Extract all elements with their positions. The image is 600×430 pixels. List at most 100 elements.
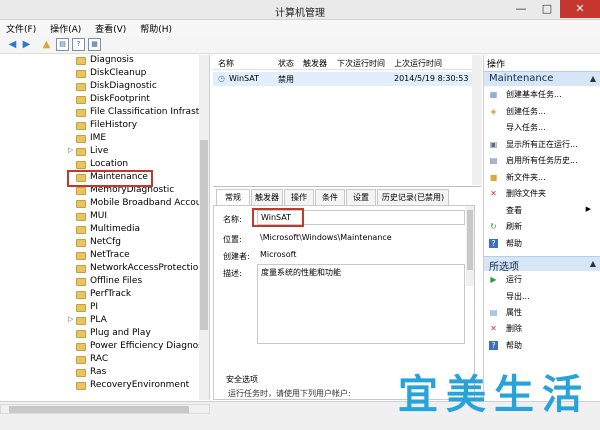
- action-properties[interactable]: ▤ 属性: [484, 307, 600, 320]
- section-selected-item[interactable]: 所选项 ▲: [484, 256, 600, 273]
- close-button[interactable]: ✕: [560, 0, 600, 18]
- folder-icon: [76, 226, 86, 234]
- folder-icon: [76, 148, 86, 156]
- help-icon: ?: [489, 239, 498, 248]
- detail-scrollbar[interactable]: [466, 206, 474, 286]
- folder-icon: [76, 356, 86, 364]
- tree-scrollbar[interactable]: [199, 55, 209, 400]
- menu-help[interactable]: 帮助(H): [134, 20, 177, 35]
- folder-icon: [76, 278, 86, 286]
- security-options-text: 运行任务时，请使用下列用户帐户:: [228, 389, 351, 398]
- detail-scroll-thumb[interactable]: [467, 210, 473, 270]
- col-name[interactable]: 名称: [218, 58, 234, 69]
- author-label: 创建者:: [223, 252, 250, 261]
- action-create-basic-task[interactable]: ▦ 创建基本任务...: [484, 89, 600, 102]
- action-create-task[interactable]: ◈ 创建任务...: [484, 106, 600, 119]
- properties-icon: ▤: [489, 308, 498, 317]
- horizontal-scroll-thumb[interactable]: [9, 406, 189, 413]
- tab-triggers[interactable]: 触发器: [251, 189, 283, 205]
- col-next-run[interactable]: 下次运行时间: [337, 58, 385, 69]
- pane-divider[interactable]: [213, 186, 481, 187]
- action-import-task[interactable]: 导入任务...: [484, 122, 600, 135]
- folder-icon: [76, 265, 86, 273]
- folder-icon: [76, 70, 86, 78]
- folder-icon: [76, 252, 86, 260]
- col-trigger[interactable]: 触发器: [303, 58, 327, 69]
- folder-icon: [76, 161, 86, 169]
- expand-arrow-icon[interactable]: ▷: [68, 146, 73, 154]
- minimize-button[interactable]: —: [508, 0, 534, 18]
- folder-icon: [76, 239, 86, 247]
- task-status: 禁用: [278, 75, 294, 84]
- col-last-run[interactable]: 上次运行时间: [394, 58, 442, 69]
- action-delete[interactable]: ✕ 删除: [484, 323, 600, 336]
- tree-pane: Diagnosis DiskCleanup DiskDiagnostic Dis…: [0, 55, 210, 400]
- tab-general[interactable]: 常规: [216, 189, 250, 206]
- description-field[interactable]: 度量系统的性能和功能: [257, 264, 465, 344]
- folder-icon: [76, 291, 86, 299]
- delete-x-icon: ✕: [490, 189, 497, 198]
- security-options-title: 安全选项: [226, 375, 258, 384]
- actions-pane: 操作 Maintenance ▲ ▦ 创建基本任务... ◈ 创建任务... 导入任…: [483, 55, 600, 400]
- menu-action[interactable]: 操作(A): [44, 20, 86, 35]
- folder-icon: [76, 343, 86, 351]
- submenu-arrow-icon: ▶: [585, 205, 591, 213]
- maintenance-highlight-box: [67, 170, 153, 187]
- tab-settings[interactable]: 设置: [346, 189, 376, 205]
- action-new-folder[interactable]: ■ 新文件夹...: [484, 172, 600, 185]
- folder-icon: [76, 135, 86, 143]
- expand-arrow-icon[interactable]: ▷: [68, 315, 73, 323]
- action-delete-folder[interactable]: ✕ 删除文件夹: [484, 188, 600, 201]
- watermark-char: 生: [494, 372, 534, 418]
- list-scrollbar[interactable]: [472, 55, 482, 185]
- refresh-icon: ↻: [490, 222, 497, 231]
- help-icon: ?: [489, 341, 498, 350]
- folder-icon: [76, 109, 86, 117]
- folder-icon: [76, 57, 86, 65]
- author-value: Microsoft: [260, 250, 297, 259]
- collapse-arrow-icon[interactable]: ▲: [590, 259, 596, 268]
- col-status[interactable]: 状态: [278, 58, 294, 69]
- tree-horizontal-scrollbar[interactable]: [0, 404, 210, 414]
- tree-scroll-thumb[interactable]: [200, 140, 208, 330]
- properties-icon[interactable]: ▦: [88, 38, 101, 51]
- show-hide-tree-icon[interactable]: ▤: [56, 38, 69, 51]
- task-list-header: 名称 状态 触发器 下次运行时间 上次运行时间: [213, 55, 481, 70]
- folder-icon: [76, 382, 86, 390]
- action-help-selected[interactable]: ? 帮助: [484, 340, 600, 353]
- watermark-logo: 宜 美 生 活: [398, 370, 598, 426]
- help-book-icon[interactable]: ?: [72, 38, 85, 51]
- task-last-run: 2014/5/19 8:30:53: [394, 74, 469, 83]
- action-export[interactable]: 导出...: [484, 291, 600, 304]
- action-help[interactable]: ? 帮助: [484, 238, 600, 251]
- menu-view[interactable]: 查看(V): [89, 20, 131, 35]
- tab-actions[interactable]: 操作: [284, 189, 314, 205]
- back-arrow-icon[interactable]: ◀: [6, 38, 19, 51]
- action-show-running[interactable]: ▣ 显示所有正在运行...: [484, 139, 600, 152]
- folder-icon: [76, 304, 86, 312]
- folder-icon: [76, 213, 86, 221]
- run-play-icon: ▶: [490, 275, 497, 284]
- folder-icon: [76, 330, 86, 338]
- up-folder-icon[interactable]: ▲: [40, 38, 53, 51]
- action-view[interactable]: 查看 ▶: [484, 205, 600, 218]
- task-name: WinSAT: [229, 74, 259, 83]
- new-folder-icon: ■: [489, 173, 498, 182]
- forward-arrow-icon[interactable]: ▶: [20, 38, 33, 51]
- action-run[interactable]: ▶ 运行: [484, 274, 600, 287]
- task-row-winsat[interactable]: ◷ WinSAT 禁用 2014/5/19 8:30:53: [213, 72, 481, 86]
- calendar-icon: ▦: [489, 90, 498, 99]
- menu-file[interactable]: 文件(F): [0, 20, 41, 35]
- tab-history[interactable]: 历史记录(已禁用): [377, 189, 449, 205]
- action-enable-history[interactable]: ▤ 启用所有任务历史...: [484, 155, 600, 168]
- tab-conditions[interactable]: 条件: [315, 189, 345, 205]
- collapse-arrow-icon[interactable]: ▲: [590, 74, 596, 83]
- action-refresh[interactable]: ↻ 刷新: [484, 221, 600, 234]
- location-value: \Microsoft\Windows\Maintenance: [260, 233, 392, 242]
- toolbar: ◀ ▶ ▲ ▤ ? ▦: [0, 36, 600, 54]
- task-clock-icon: ◷: [218, 74, 225, 83]
- section-maintenance[interactable]: Maintenance ▲: [484, 71, 600, 86]
- watermark-char: 美: [446, 372, 486, 418]
- title-bar: 计算机管理 — □ ✕: [0, 0, 600, 20]
- maximize-button[interactable]: □: [534, 0, 560, 18]
